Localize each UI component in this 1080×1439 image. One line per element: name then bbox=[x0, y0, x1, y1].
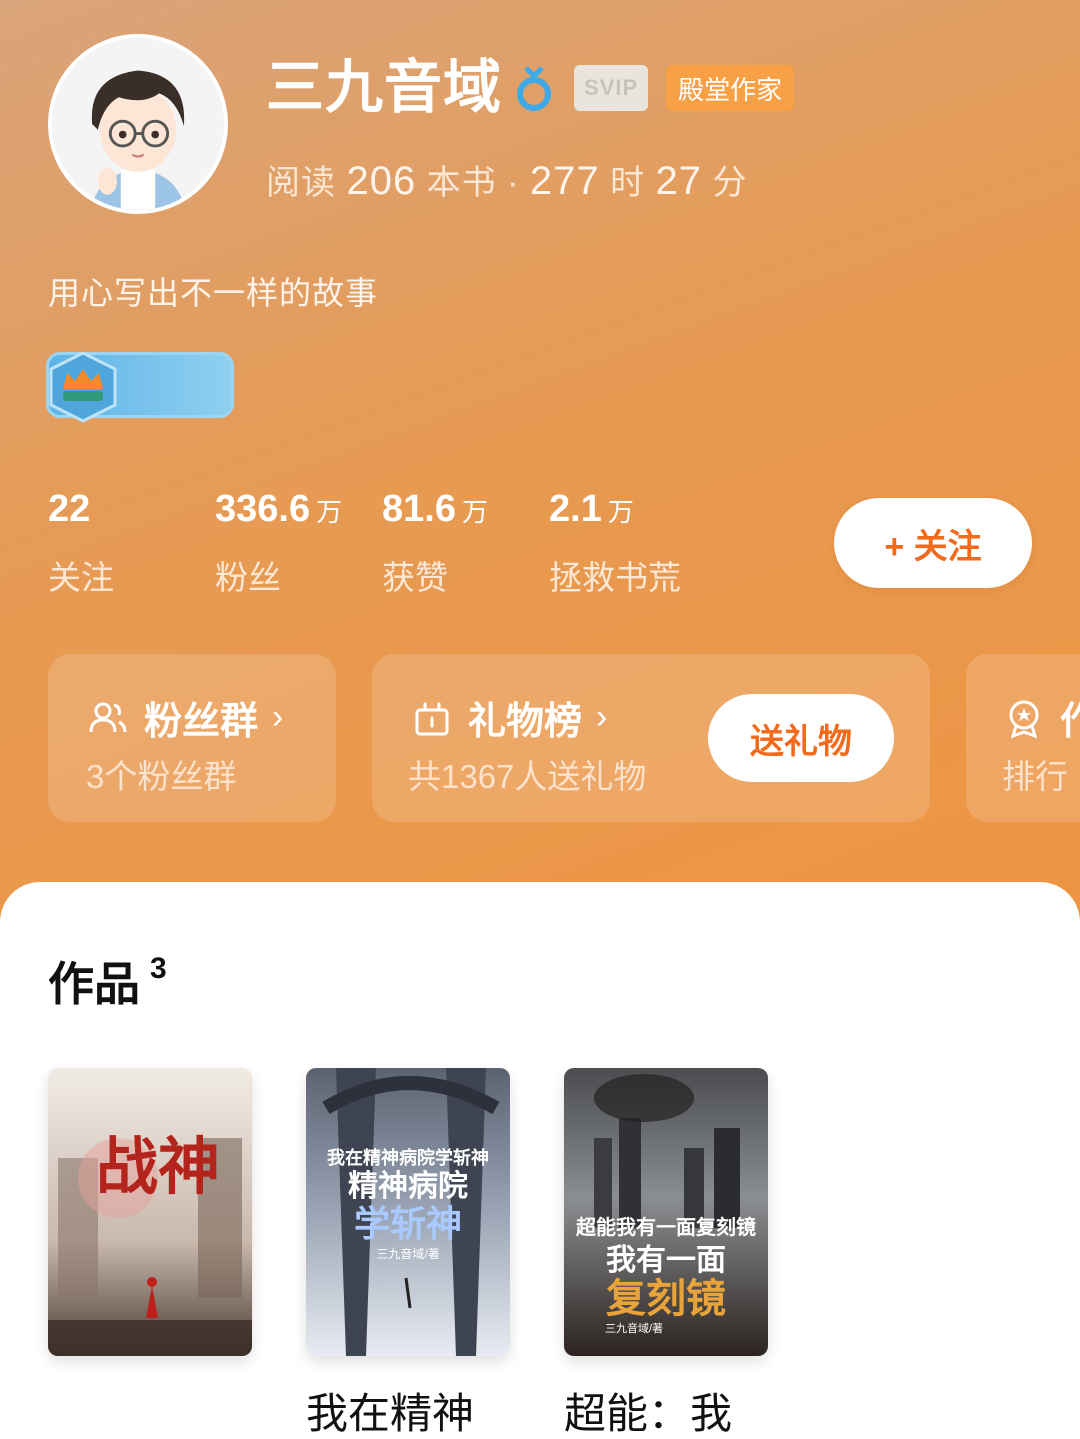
svg-text:我有一面: 我有一面 bbox=[606, 1244, 726, 1277]
book-item[interactable]: 超能我有一面复刻镜 我有一面 复刻镜 三九音域/著 超能：我 bbox=[564, 1068, 768, 1439]
book-cover[interactable]: 战神 bbox=[48, 1068, 252, 1356]
svg-text:复刻镜: 复刻镜 bbox=[606, 1277, 726, 1321]
stat-likes[interactable]: 81.6 万 获赞 bbox=[382, 488, 488, 599]
reading-stats: 阅读 206 本书 · 277 时 27 分 bbox=[266, 159, 748, 203]
stat-value: 22 bbox=[48, 488, 91, 530]
svg-text:精神病院: 精神病院 bbox=[348, 1169, 468, 1203]
ranking-title: 作 bbox=[1004, 690, 1080, 745]
works-count: 3 bbox=[150, 952, 167, 985]
users-icon bbox=[89, 702, 127, 732]
cover-title-text: 我在精神病院学斩神 bbox=[327, 1147, 489, 1168]
gift-bag-icon bbox=[415, 702, 449, 735]
cover-title-text: 战神 bbox=[96, 1130, 220, 1203]
gift-board-card[interactable]: 礼物榜 › 共1367人送礼物 送礼物 bbox=[372, 654, 930, 822]
works-panel: 作品 3 战神 我在精神病院学斩神 精神病院 学斩神 三九音域/著 我在精神 超… bbox=[0, 882, 1080, 1439]
stat-label: 粉丝 bbox=[215, 559, 281, 596]
stat-followers[interactable]: 336.6 万 粉丝 bbox=[215, 488, 342, 599]
stat-label: 获赞 bbox=[382, 559, 448, 596]
stat-book-rescue[interactable]: 2.1 万 拯救书荒 bbox=[549, 488, 681, 599]
stat-label: 拯救书荒 bbox=[549, 559, 681, 596]
works-title: 作品 bbox=[48, 958, 140, 1010]
stat-value: 2.1 万 bbox=[549, 488, 634, 530]
chevron-right-icon: › bbox=[272, 698, 284, 736]
cover-title-text: 超能我有一面复刻镜 bbox=[575, 1215, 756, 1239]
gift-board-title: 礼物榜 › bbox=[412, 690, 607, 745]
ranking-card[interactable]: 作 排行 bbox=[966, 654, 1080, 822]
crown-book-icon bbox=[49, 351, 117, 423]
chevron-right-icon: › bbox=[596, 698, 608, 736]
fan-group-subtitle: 3个粉丝群 bbox=[86, 758, 237, 795]
cover-author-text: 三九音域/著 bbox=[376, 1246, 439, 1261]
cover-author-text: 三九音域/著 bbox=[605, 1321, 663, 1335]
book-cover[interactable]: 我在精神病院学斩神 精神病院 学斩神 三九音域/著 bbox=[306, 1068, 510, 1356]
fan-medal-badge[interactable] bbox=[46, 351, 234, 423]
svg-text:学斩神: 学斩神 bbox=[354, 1203, 462, 1244]
book-title[interactable]: 超能：我 bbox=[564, 1380, 764, 1439]
user-name: 三九音域 bbox=[266, 55, 503, 120]
stat-value: 336.6 万 bbox=[215, 488, 343, 530]
send-gift-button[interactable]: 送礼物 bbox=[708, 694, 894, 782]
stat-value: 81.6 万 bbox=[382, 488, 488, 530]
stat-label: 关注 bbox=[48, 559, 114, 596]
svip-badge: SVIP bbox=[574, 65, 649, 111]
hall-of-fame-author-badge[interactable]: 殿堂作家 bbox=[666, 65, 795, 111]
book-item[interactable]: 我在精神病院学斩神 精神病院 学斩神 三九音域/著 我在精神 bbox=[306, 1068, 510, 1439]
follow-button[interactable]: + 关注 bbox=[834, 498, 1032, 588]
male-gender-icon bbox=[517, 66, 552, 111]
award-icon bbox=[1009, 700, 1039, 738]
book-item[interactable]: 战神 bbox=[48, 1068, 252, 1380]
avatar[interactable] bbox=[48, 34, 228, 214]
fan-group-title: 粉丝群 › bbox=[88, 690, 283, 745]
user-bio: 用心写出不一样的故事 bbox=[48, 275, 379, 311]
book-cover[interactable]: 超能我有一面复刻镜 我有一面 复刻镜 三九音域/著 bbox=[564, 1068, 768, 1356]
ranking-subtitle: 排行 bbox=[1002, 758, 1068, 795]
book-title[interactable]: 我在精神 bbox=[306, 1380, 506, 1439]
gift-board-subtitle: 共1367人送礼物 bbox=[408, 758, 647, 795]
stat-following[interactable]: 22 关注 bbox=[48, 488, 114, 599]
fan-group-card[interactable]: 粉丝群 › 3个粉丝群 bbox=[48, 654, 336, 822]
